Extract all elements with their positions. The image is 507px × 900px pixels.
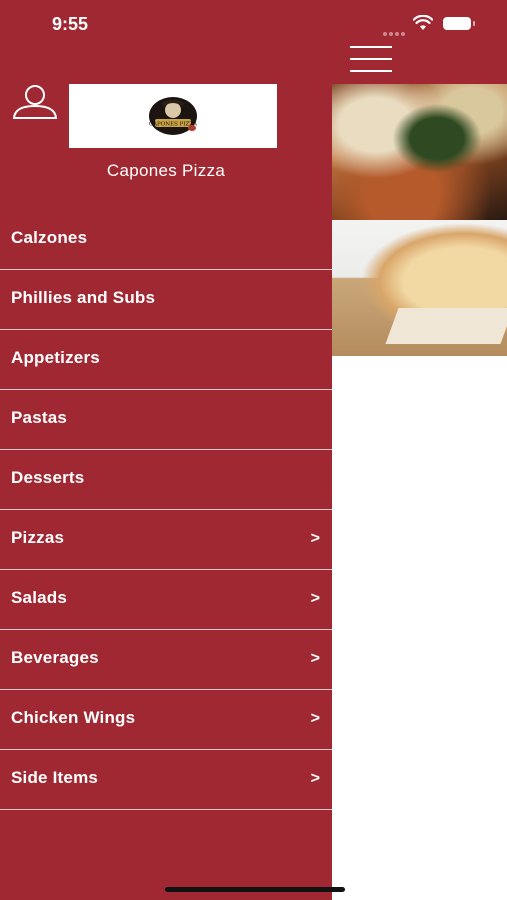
status-bar: 9:55 (0, 0, 507, 50)
menu-item-chicken-wings[interactable]: Chicken Wings > (0, 690, 332, 750)
chevron-right-icon: > (310, 710, 320, 727)
menu-item-calzones[interactable]: Calzones (0, 210, 332, 270)
menu-item-beverages[interactable]: Beverages > (0, 630, 332, 690)
category-menu: Calzones Phillies and Subs Appetizers Pasta… (0, 210, 332, 810)
menu-item-desserts[interactable]: Desserts (0, 450, 332, 510)
menu-item-salads[interactable]: Salads > (0, 570, 332, 630)
menu-item-label: Phillies and Subs (11, 288, 156, 307)
menu-item-pastas[interactable]: Pastas (0, 390, 332, 450)
store-name: Capones Pizza (106, 161, 226, 180)
status-icons (383, 14, 477, 36)
chevron-right-icon: > (310, 590, 320, 607)
menu-item-label: Side Items (11, 768, 99, 787)
menu-item-side-items[interactable]: Side Items > (0, 750, 332, 810)
menu-item-label: Calzones (11, 228, 88, 247)
menu-item-label: Salads (11, 588, 68, 607)
menu-item-label: Pizzas (11, 528, 65, 547)
logo-badge: CAPONES PIZZA (149, 97, 198, 135)
wifi-icon (412, 14, 434, 36)
menu-item-label: Pastas (11, 408, 68, 427)
signal-icon (383, 23, 407, 41)
pizza-category-image[interactable] (332, 84, 507, 220)
user-icon[interactable] (12, 84, 58, 120)
menu-item-label: Desserts (11, 468, 85, 487)
home-indicator (165, 887, 345, 892)
chevron-right-icon: > (310, 650, 320, 667)
menu-item-phillies-and-subs[interactable]: Phillies and Subs (0, 270, 332, 330)
main-content (332, 0, 507, 900)
store-logo: CAPONES PIZZA (69, 84, 277, 148)
navigation-drawer: CAPONES PIZZA Capones Pizza Calzones Phil… (0, 0, 332, 900)
battery-icon (443, 17, 475, 30)
menu-item-label: Beverages (11, 648, 99, 667)
menu-item-label: Chicken Wings (11, 708, 136, 727)
menu-item-appetizers[interactable]: Appetizers (0, 330, 332, 390)
chevron-right-icon: > (310, 770, 320, 787)
menu-item-pizzas[interactable]: Pizzas > (0, 510, 332, 570)
chevron-right-icon: > (310, 530, 320, 547)
calzone-category-image[interactable] (332, 220, 507, 356)
menu-item-label: Appetizers (11, 348, 100, 367)
status-time: 9:55 (52, 14, 89, 34)
